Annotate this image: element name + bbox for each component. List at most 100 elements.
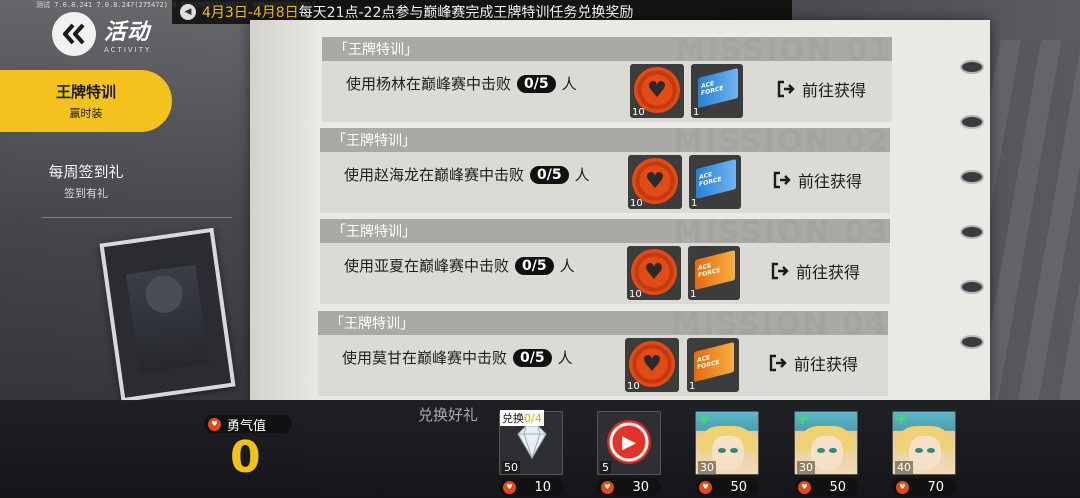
exit-arrow-icon xyxy=(773,171,791,189)
reward-count: 10 xyxy=(630,198,643,209)
go-obtain-button[interactable]: 前往获得 xyxy=(770,259,860,283)
reward-count: 10 xyxy=(629,289,642,300)
tab-sublabel: 赢时装 xyxy=(69,107,103,120)
ace-force-ticket-icon: ACE FORCE xyxy=(696,159,736,199)
go-obtain-button[interactable]: 前往获得 xyxy=(772,168,862,192)
ticket-text: ACE FORCE xyxy=(697,353,720,372)
mission-unit: 人 xyxy=(574,166,590,184)
exchange-cost-value: 50 xyxy=(730,479,747,495)
mission-progress: 0/5 xyxy=(517,74,556,93)
exchange-cost: ♥ 30 xyxy=(597,478,661,496)
back-button[interactable] xyxy=(52,12,96,56)
mission-text: 使用莫甘在巅峰赛中击败 xyxy=(342,349,508,367)
plus-icon: ✚ xyxy=(895,412,907,428)
exchange-cost: ♥ 70 xyxy=(892,478,956,496)
diamond-icon xyxy=(517,425,547,460)
courage-label-text: 勇气值 xyxy=(227,418,267,434)
notebook-rings xyxy=(960,60,990,360)
go-obtain-label: 前往获得 xyxy=(794,355,859,374)
mission-description: 使用亚夏在巅峰赛中击败 0/5 人 xyxy=(344,255,575,276)
double-chevron-left-icon xyxy=(63,23,85,45)
red-coin-icon: ▶ xyxy=(607,420,651,464)
exchange-cost-value: 70 xyxy=(927,479,944,495)
courage-heart-icon: ♥ xyxy=(699,480,712,494)
reward-courage-item[interactable]: ♥ 10 xyxy=(628,155,682,209)
mission-description: 使用赵海龙在巅峰赛中击败 0/5 人 xyxy=(344,164,590,185)
exchange-item-avatar[interactable]: ✚ 30 xyxy=(695,411,759,475)
reward-count: 10 xyxy=(632,107,645,118)
reward-ticket-item[interactable]: ACE FORCE 1 xyxy=(687,338,739,392)
exchange-item-avatar[interactable]: ✚ 30 xyxy=(794,411,858,475)
mission-watermark: MISSION 01 xyxy=(675,33,892,68)
courage-heart-icon: ♥ xyxy=(798,480,811,494)
reward-ticket-item[interactable]: ACE FORCE 1 xyxy=(691,64,743,118)
tab-label: 王牌特训 xyxy=(55,83,116,101)
exchange-item-count: 30 xyxy=(797,461,815,474)
exchange-item-count: 30 xyxy=(698,461,716,474)
mission-progress: 0/5 xyxy=(530,165,569,184)
reward-count: 1 xyxy=(690,289,697,300)
mission-unit: 人 xyxy=(561,75,577,93)
go-obtain-label: 前往获得 xyxy=(798,172,863,191)
courage-heart-icon: ♥ xyxy=(503,480,516,494)
mission-watermark: MISSION 03 xyxy=(673,215,890,250)
mission-text: 使用杨林在巅峰赛中击败 xyxy=(346,75,512,93)
reward-count: 10 xyxy=(627,381,640,392)
go-obtain-button[interactable]: 前往获得 xyxy=(768,351,858,375)
tab-divider xyxy=(42,217,232,218)
page-title-text: 活动 xyxy=(104,20,151,45)
exchange-title: 兑换好礼 xyxy=(418,406,479,424)
exchange-item-red-coin[interactable]: ▶ 5 xyxy=(597,411,661,475)
exchange-cost: ♥ 50 xyxy=(794,478,858,496)
mission-card: 「王牌特训」 MISSION 01 使用杨林在巅峰赛中击败 0/5 人 ♥ 10… xyxy=(322,33,892,122)
plus-icon: ✚ xyxy=(797,412,809,428)
exchange-item-diamond[interactable]: 兑换0/4 50 xyxy=(499,410,563,475)
mission-unit: 人 xyxy=(559,257,575,275)
exchange-limit-label: 兑换 xyxy=(502,412,524,425)
reward-courage-item[interactable]: ♥ 10 xyxy=(625,338,679,392)
courage-heart-icon: ♥ xyxy=(208,417,221,431)
decorative-photo xyxy=(99,227,236,403)
ace-force-ticket-icon: ACE FORCE xyxy=(695,250,735,290)
tab-ace-training[interactable]: 王牌特训 赢时装 xyxy=(0,70,172,132)
plus-icon: ✚ xyxy=(698,412,710,428)
exchange-cost-value: 10 xyxy=(534,479,551,495)
ace-force-ticket-icon: ACE FORCE xyxy=(694,342,734,382)
exchange-item-count: 40 xyxy=(895,461,913,474)
exit-arrow-icon xyxy=(769,354,787,372)
mission-unit: 人 xyxy=(557,349,573,367)
exchange-item-count: 5 xyxy=(600,461,611,474)
go-obtain-button[interactable]: 前往获得 xyxy=(776,77,866,101)
reward-ticket-item[interactable]: ACE FORCE 1 xyxy=(688,246,740,300)
courage-label: ♥ 勇气值 xyxy=(204,415,292,434)
ticket-text: ACE FORCE xyxy=(699,170,722,189)
courage-heart-icon: ♥ xyxy=(896,480,909,494)
page-subtitle: ACTIVITY xyxy=(104,46,152,54)
mission-description: 使用莫甘在巅峰赛中击败 0/5 人 xyxy=(342,347,573,368)
exchange-limit-value: 0/4 xyxy=(524,412,542,425)
go-obtain-label: 前往获得 xyxy=(802,81,867,100)
mission-watermark: MISSION 04 xyxy=(671,307,888,342)
reward-courage-item[interactable]: ♥ 10 xyxy=(630,64,684,118)
exchange-item-avatar[interactable]: ✚ 40 xyxy=(892,411,956,475)
page-title: 活动 ACTIVITY xyxy=(104,14,151,54)
announcement-text: 每天21点-22点参与巅峰赛完成王牌特训任务兑换奖励 xyxy=(298,5,634,21)
exchange-cost: ♥ 10 xyxy=(499,478,563,496)
ace-force-ticket-icon: ACE FORCE xyxy=(698,68,738,108)
mission-text: 使用赵海龙在巅峰赛中击败 xyxy=(344,166,525,184)
exchange-cost: ♥ 50 xyxy=(695,478,759,496)
mission-progress: 0/5 xyxy=(513,348,552,367)
tab-weekly-signin[interactable]: 每周签到礼 签到有礼 xyxy=(0,150,172,212)
courage-value: 0 xyxy=(230,432,261,483)
reward-ticket-item[interactable]: ACE FORCE 1 xyxy=(689,155,741,209)
reward-courage-item[interactable]: ♥ 10 xyxy=(627,246,681,300)
tab-label: 每周签到礼 xyxy=(48,163,124,181)
announcement-dates: 4月3日-4月8日 xyxy=(202,5,299,21)
exchange-cost-value: 50 xyxy=(829,479,846,495)
mission-card: 「王牌特训」 MISSION 03 使用亚夏在巅峰赛中击败 0/5 人 ♥ 10… xyxy=(320,215,890,304)
mission-progress: 0/5 xyxy=(515,256,554,275)
go-obtain-label: 前往获得 xyxy=(796,263,861,282)
courage-heart-icon: ♥ xyxy=(601,480,614,494)
exchange-cost-value: 30 xyxy=(632,479,649,495)
mission-card: 「王牌特训」 MISSION 04 使用莫甘在巅峰赛中击败 0/5 人 ♥ 10… xyxy=(318,307,888,396)
